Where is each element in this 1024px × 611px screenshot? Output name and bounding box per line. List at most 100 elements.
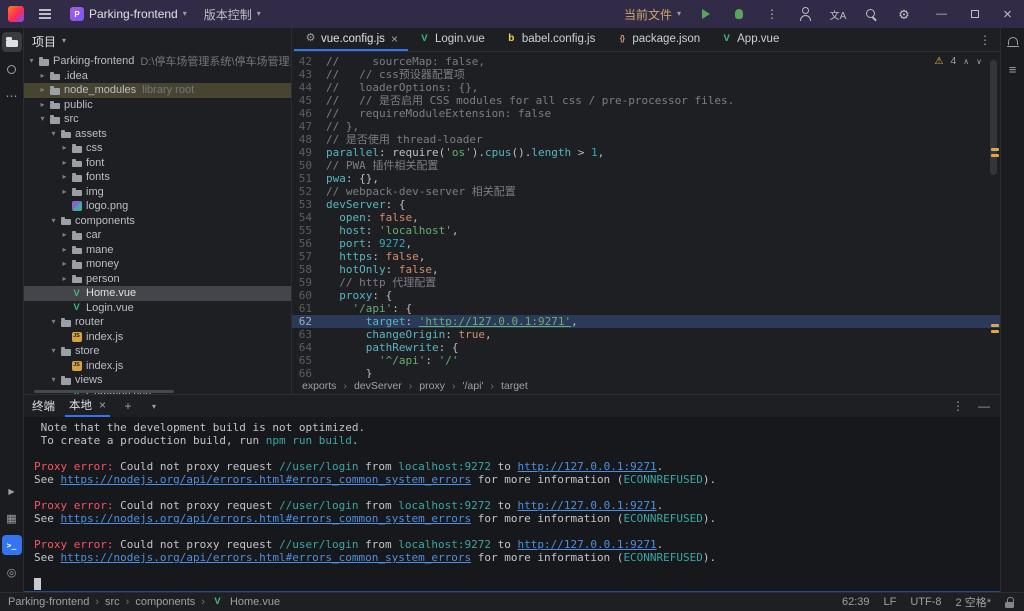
tab-Login-vue[interactable]: VLogin.vue (408, 28, 495, 51)
terminal-link[interactable]: http://127.0.0.1:9271 (518, 460, 657, 473)
code-line[interactable]: 56 port: 9272, (292, 237, 1000, 250)
code-line[interactable]: 45// // 是否启用 CSS modules for all css / p… (292, 94, 1000, 107)
code-line[interactable]: 63 changeOrigin: true, (292, 328, 1000, 341)
tree-item-money[interactable]: ▸money (24, 257, 291, 272)
code-line[interactable]: 44// loaderOptions: {}, (292, 81, 1000, 94)
chevron-right-icon[interactable]: ▸ (37, 86, 48, 94)
tree-item-car[interactable]: ▸car (24, 228, 291, 243)
debug-button[interactable] (727, 2, 751, 26)
breadcrumb-item[interactable]: exports (302, 380, 336, 392)
chevron-right-icon[interactable]: ▸ (59, 260, 70, 268)
chevron-right-icon[interactable]: ▸ (37, 101, 48, 109)
code-line[interactable]: 62 target: 'http://127.0.0.1:9271', (292, 315, 1000, 328)
search-everywhere-button[interactable] (859, 2, 883, 26)
terminal-tab-local[interactable]: 本地 × (65, 395, 110, 417)
tree-item-login-vue[interactable]: VLogin.vue (24, 301, 291, 316)
code-with-me-button[interactable] (793, 2, 817, 26)
code-line[interactable]: 64 pathRewrite: { (292, 341, 1000, 354)
more-tools-icon[interactable] (2, 86, 22, 106)
close-tab-icon[interactable]: × (99, 399, 106, 411)
tree-item-router[interactable]: ▾router (24, 315, 291, 330)
chevron-right-icon[interactable]: ▸ (59, 173, 70, 181)
structure-icon[interactable] (1003, 59, 1023, 79)
terminal-link[interactable]: https://nodejs.org/api/errors.html#error… (61, 551, 472, 564)
commit-icon[interactable] (2, 59, 22, 79)
code-line[interactable]: 60 proxy: { (292, 289, 1000, 302)
code-line[interactable]: 47// }, (292, 120, 1000, 133)
terminal-options-button[interactable]: ⋮ (950, 397, 966, 415)
chevron-right-icon[interactable]: ▸ (59, 188, 70, 196)
tree-item-views[interactable]: ▾views (24, 373, 291, 388)
terminal-link[interactable]: http://127.0.0.1:9271 (518, 538, 657, 551)
tree-item-index-js[interactable]: JSindex.js (24, 359, 291, 374)
project-panel-header[interactable]: 项目 ▾ (24, 28, 291, 54)
tree-item-logo-png[interactable]: logo.png (24, 199, 291, 214)
inspections-widget[interactable]: ⚠ 4 ∧ ∨ (934, 55, 982, 68)
tree-item-public[interactable]: ▸public (24, 98, 291, 113)
notifications-icon[interactable] (1003, 32, 1023, 52)
tree-item-components[interactable]: ▾components (24, 214, 291, 229)
code-line[interactable]: 42// sourceMap: false, (292, 55, 1000, 68)
run-configuration-widget[interactable]: 当前文件 ▾ (620, 2, 685, 26)
code-line[interactable]: 65 '^/api': '/' (292, 354, 1000, 367)
services-icon[interactable] (2, 508, 22, 528)
tree-item-mane[interactable]: ▸mane (24, 243, 291, 258)
tab-vue-config-js[interactable]: ⚙vue.config.js× (294, 28, 408, 51)
close-button[interactable]: × (991, 0, 1024, 28)
tree-item-index-js[interactable]: JSindex.js (24, 330, 291, 345)
next-highlight-icon[interactable]: ∨ (976, 55, 982, 68)
warning-stripe-mark[interactable] (991, 330, 999, 333)
breadcrumb-item[interactable]: '/api' (462, 380, 483, 392)
terminal-link[interactable]: https://nodejs.org/api/errors.html#error… (61, 473, 472, 486)
status-path-item[interactable]: Parking-frontend (8, 596, 89, 608)
status-path-item[interactable]: components (135, 596, 195, 608)
chevron-down-icon[interactable]: ▾ (48, 347, 59, 355)
line-separator[interactable]: LF (884, 596, 897, 608)
tree-item-assets[interactable]: ▾assets (24, 127, 291, 142)
tab-package-json[interactable]: {}package.json (605, 28, 710, 51)
tree-item-store[interactable]: ▾store (24, 344, 291, 359)
warning-stripe-mark[interactable] (991, 324, 999, 327)
tree-item-node-modules[interactable]: ▸node_moduleslibrary root (24, 83, 291, 98)
code-line[interactable]: 48// 是否使用 thread-loader (292, 133, 1000, 146)
main-menu-button[interactable] (33, 2, 57, 26)
chevron-down-icon[interactable]: ▾ (48, 318, 59, 326)
chevron-down-icon[interactable]: ▾ (37, 115, 48, 123)
chevron-right-icon[interactable]: ▸ (59, 246, 70, 254)
code-line[interactable]: 46// requireModuleExtension: false (292, 107, 1000, 120)
chevron-down-icon[interactable]: ▾ (48, 217, 59, 225)
chevron-right-icon[interactable]: ▸ (59, 231, 70, 239)
terminal-output[interactable]: Note that the development build is not o… (24, 417, 1000, 591)
code-line[interactable]: 43// // css预设器配置项 (292, 68, 1000, 81)
tree-item-home-vue[interactable]: VHome.vue (24, 286, 291, 301)
code-line[interactable]: 51pwa: {}, (292, 172, 1000, 185)
tree-item-person[interactable]: ▸person (24, 272, 291, 287)
new-terminal-button[interactable]: + (120, 397, 136, 415)
horizontal-scrollbar[interactable] (34, 390, 174, 393)
breadcrumb-item[interactable]: target (501, 380, 528, 392)
maximize-button[interactable] (958, 0, 991, 28)
tree-item-fonts[interactable]: ▸fonts (24, 170, 291, 185)
tab-babel-config-js[interactable]: bbabel.config.js (495, 28, 606, 51)
terminal-icon[interactable] (2, 535, 22, 555)
editor-scrollbar[interactable] (990, 60, 997, 175)
indent-style[interactable]: 2 空格* (956, 594, 991, 610)
breadcrumb-item[interactable]: proxy (419, 380, 445, 392)
tree-item-parking-frontend[interactable]: ▾Parking-frontendD:\停车场管理系统\停车场管理系统(新)\0… (24, 54, 291, 69)
code-link[interactable]: 'http://127.0.0.1:9271' (419, 315, 571, 328)
tabs-more-icon[interactable]: ⋮ (970, 28, 1000, 51)
warning-stripe-mark[interactable] (991, 154, 999, 157)
terminal-link[interactable]: http://127.0.0.1:9271 (518, 499, 657, 512)
code-line[interactable]: 58 hotOnly: false, (292, 263, 1000, 276)
tree-item-src[interactable]: ▾src (24, 112, 291, 127)
vcs-widget[interactable]: 版本控制 ▾ (200, 2, 265, 26)
chevron-down-icon[interactable]: ▾ (48, 130, 59, 138)
project-icon[interactable] (2, 32, 22, 52)
chevron-down-icon[interactable]: ▾ (26, 57, 37, 65)
run-icon[interactable] (2, 481, 22, 501)
code-line[interactable]: 53devServer: { (292, 198, 1000, 211)
settings-button[interactable]: ⚙ (892, 2, 916, 26)
tree-item-css[interactable]: ▸css (24, 141, 291, 156)
tab-App-vue[interactable]: VApp.vue (710, 28, 789, 51)
minimize-button[interactable]: — (925, 0, 958, 28)
